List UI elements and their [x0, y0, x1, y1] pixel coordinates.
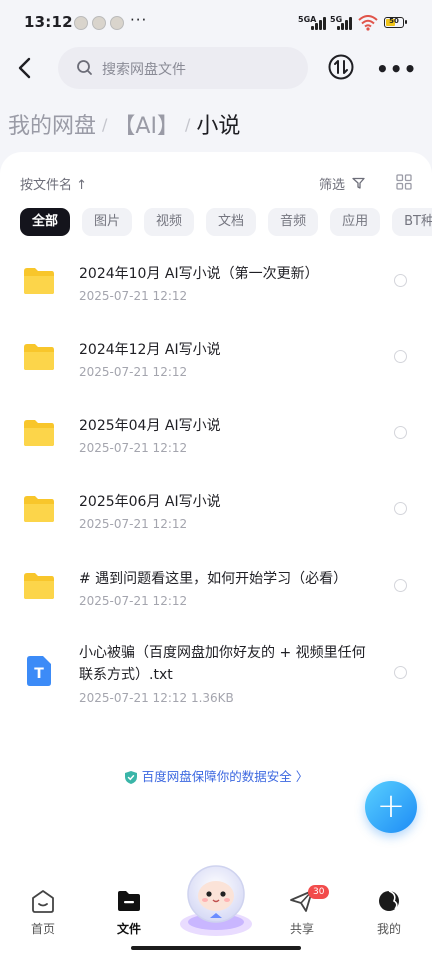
breadcrumb-item[interactable]: 【AI】 [113, 108, 179, 140]
nav-files-label: 文件 [116, 922, 141, 936]
file-name: 2025年04月 AI写小说 [79, 418, 221, 434]
folder-icon [24, 420, 54, 446]
nav-share[interactable]: 30 共享 [272, 885, 332, 937]
more-notifications-icon: ··· [130, 11, 148, 29]
file-meta: 2025-07-21 12:12 [79, 517, 188, 531]
nav-files[interactable]: 文件 [99, 888, 159, 937]
breadcrumb: 我的网盘 / 【AI】 / 小说 [8, 108, 240, 144]
file-meta: 2025-07-21 12:12 [79, 594, 188, 608]
select-radio[interactable] [394, 579, 407, 592]
more-menu-button[interactable]: ••• [376, 57, 417, 81]
select-radio[interactable] [394, 274, 407, 287]
chip-apps[interactable]: 应用 [330, 208, 381, 236]
file-name: 小心被骗（百度网盘加你好友的 + 视频里任何联系方式）.txt [79, 645, 366, 683]
notification-icon [110, 16, 124, 30]
select-radio[interactable] [394, 502, 407, 515]
file-meta: 2025-07-21 12:12 [79, 441, 188, 455]
folder-icon [24, 496, 54, 522]
file-name: 2024年12月 AI写小说 [79, 342, 221, 358]
home-icon [32, 890, 54, 913]
folder-icon [24, 344, 54, 370]
signal-icon [311, 17, 329, 30]
chip-bt[interactable]: BT种 [392, 208, 432, 236]
battery-level: 50 [389, 17, 399, 25]
chip-videos[interactable]: 视频 [144, 208, 195, 236]
chip-images[interactable]: 图片 [82, 208, 133, 236]
chip-documents[interactable]: 文档 [206, 208, 257, 236]
grid-view-icon[interactable] [396, 174, 412, 190]
nav-share-label: 共享 [289, 922, 314, 936]
text-file-letter: T [34, 666, 44, 682]
security-text: 百度网盘保障你的数据安全 〉 [141, 769, 309, 784]
text-file-icon: T [27, 656, 51, 686]
select-radio[interactable] [394, 426, 407, 439]
status-time: 13:12 [24, 13, 73, 31]
chip-audio[interactable]: 音频 [268, 208, 319, 236]
breadcrumb-current: 小说 [196, 114, 241, 139]
select-radio[interactable] [394, 350, 407, 363]
list-item[interactable]: T 小心被骗（百度网盘加你好友的 + 视频里任何联系方式）.txt 2025-0… [0, 642, 432, 718]
status-bar: 13:12 ··· 5GA 5G 50 [0, 0, 432, 46]
chip-all[interactable]: 全部 [20, 208, 71, 236]
search-placeholder: 搜索网盘文件 [102, 62, 186, 78]
list-item[interactable]: 2025年06月 AI写小说 2025-07-21 12:12 [0, 491, 432, 565]
share-badge: 30 [308, 885, 330, 899]
battery-icon: 50 [384, 17, 407, 28]
add-button[interactable]: + [365, 781, 417, 833]
breadcrumb-item[interactable]: 我的网盘 [8, 108, 96, 140]
breadcrumb-separator: / [102, 114, 108, 134]
nav-home-label: 首页 [30, 922, 55, 936]
file-meta: 2025-07-21 12:12 [79, 289, 188, 303]
nav-me[interactable]: 我的 [359, 888, 419, 937]
search-input[interactable]: 搜索网盘文件 [58, 47, 308, 89]
sort-button[interactable]: 按文件名 ↑ [20, 174, 87, 193]
file-name: 2025年06月 AI写小说 [79, 494, 221, 510]
back-button[interactable] [14, 56, 38, 80]
category-chips: 全部 图片 视频 文档 音频 应用 BT种 [20, 208, 432, 236]
nav-me-label: 我的 [376, 922, 401, 936]
shield-icon [124, 771, 137, 784]
ai-assistant-mascot[interactable] [176, 858, 256, 938]
security-notice[interactable]: 百度网盘保障你的数据安全 〉 [0, 766, 432, 785]
avatar [379, 890, 399, 911]
file-meta: 2025-07-21 12:12 1.36KB [79, 691, 234, 705]
list-item[interactable]: 2025年04月 AI写小说 2025-07-21 12:12 [0, 415, 432, 489]
file-name: 2024年10月 AI写小说（第一次更新） [79, 266, 319, 282]
filter-label: 筛选 [319, 178, 346, 193]
transfer-icon[interactable] [328, 54, 354, 80]
signal-icon [337, 17, 355, 30]
home-indicator [131, 946, 301, 950]
folder-icon [24, 573, 54, 599]
breadcrumb-separator: / [184, 114, 191, 134]
wifi-icon [358, 15, 378, 31]
folder-icon [118, 891, 140, 911]
notification-icon [92, 16, 106, 30]
list-item[interactable]: 2024年10月 AI写小说（第一次更新） 2025-07-21 12:12 [0, 263, 432, 337]
list-item[interactable]: # 遇到问题看这里，如何开始学习（必看） 2025-07-21 12:12 [0, 568, 432, 642]
search-icon [77, 60, 92, 75]
nav-home[interactable]: 首页 [13, 888, 73, 937]
list-item[interactable]: 2024年12月 AI写小说 2025-07-21 12:12 [0, 339, 432, 413]
filter-icon [352, 177, 365, 189]
notification-icon [74, 16, 88, 30]
folder-icon [24, 268, 54, 294]
file-meta: 2025-07-21 12:12 [79, 365, 188, 379]
filter-button[interactable]: 筛选 [319, 174, 366, 193]
file-name: # 遇到问题看这里，如何开始学习（必看） [79, 571, 348, 587]
select-radio[interactable] [394, 666, 407, 679]
